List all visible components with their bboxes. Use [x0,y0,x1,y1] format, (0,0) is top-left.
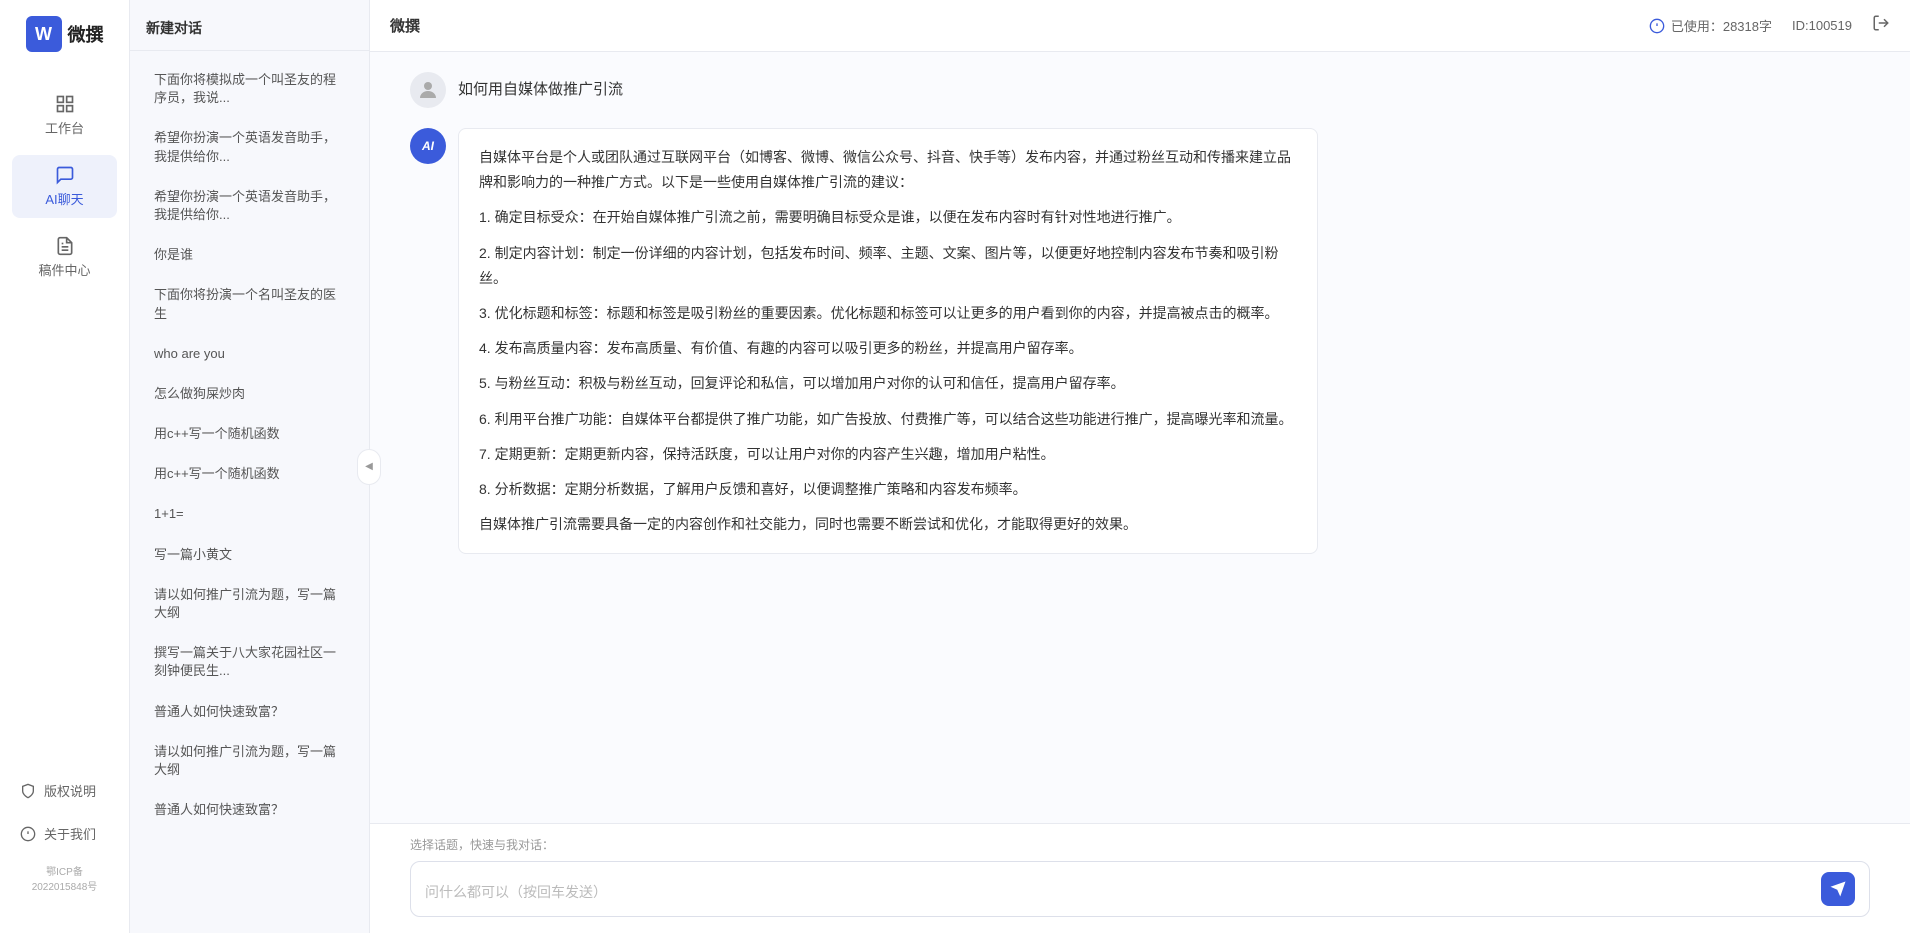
ai-para-8: 8. 分析数据：定期分析数据，了解用户反馈和喜好，以便调整推广策略和内容发布频率… [479,477,1297,502]
collapse-sidebar-button[interactable]: ◀ [357,449,381,485]
ai-para-6: 6. 利用平台推广功能：自媒体平台都提供了推广功能，如广告投放、付费推广等，可以… [479,407,1297,432]
history-item-14[interactable]: 请以如何推广引流为题，写一篇大纲 [138,733,361,789]
top-bar: 微撰 已使用：28318字 ID:100519 [370,0,1910,52]
history-item-2[interactable]: 希望你扮演一个英语发音助手，我提供给你... [138,178,361,234]
history-item-9[interactable]: 1+1= [138,495,361,533]
circle-info-icon [20,826,36,842]
usage-info: 已使用：28318字 [1649,16,1772,35]
logout-button[interactable] [1872,14,1890,37]
nav-items: 工作台 AI聊天 稿件中心 [0,84,129,773]
input-box-wrapper [410,861,1870,917]
quick-topics-label: 选择话题，快速与我对话： [410,836,1870,853]
ai-para-1: 1. 确定目标受众：在开始自媒体推广引流之前，需要明确目标受众是谁，以便在发布内… [479,205,1297,230]
ai-para-2: 2. 制定内容计划：制定一份详细的内容计划，包括发布时间、频率、主题、文案、图片… [479,241,1297,291]
history-item-11[interactable]: 请以如何推广引流为题，写一篇大纲 [138,576,361,632]
input-area: 选择话题，快速与我对话： [370,823,1910,933]
page-title: 微撰 [390,15,420,36]
top-bar-right: 已使用：28318字 ID:100519 [1649,14,1890,37]
main-content: 微撰 已使用：28318字 ID:100519 [370,0,1910,933]
history-item-12[interactable]: 撰写一篇关于八大家花园社区一刻钟便民生... [138,634,361,690]
history-item-10[interactable]: 写一篇小黄文 [138,536,361,574]
history-item-0[interactable]: 下面你将模拟成一个叫圣友的程序员，我说... [138,61,361,117]
history-item-8[interactable]: 用c++写一个随机函数 [138,455,361,493]
history-item-6[interactable]: 怎么做狗屎炒肉 [138,375,361,413]
chat-input[interactable] [425,882,1813,906]
brand-icon: W [26,16,62,52]
nav-item-workbench[interactable]: 工作台 [12,84,117,147]
user-message-content: 如何用自媒体做推广引流 [458,72,1318,99]
chat-area: 如何用自媒体做推广引流 AI 自媒体平台是个人或团队通过互联网平台（如博客、微博… [370,52,1910,823]
ai-message-content: 自媒体平台是个人或团队通过互联网平台（如博客、微博、微信公众号、抖音、快手等）发… [458,128,1318,554]
user-message-text: 如何用自媒体做推广引流 [458,72,1318,99]
user-avatar [410,72,446,108]
ai-para-7: 7. 定期更新：定期更新内容，保持活跃度，可以让用户对你的内容产生兴趣，增加用户… [479,442,1297,467]
history-item-3[interactable]: 你是谁 [138,236,361,274]
history-list: 下面你将模拟成一个叫圣友的程序员，我说... 希望你扮演一个英语发音助手，我提供… [130,51,369,933]
ai-message-text: 自媒体平台是个人或团队通过互联网平台（如博客、微博、微信公众号、抖音、快手等）发… [458,128,1318,554]
brand-name: 微撰 [68,21,104,47]
info-circle-icon [1649,18,1665,34]
new-chat-button[interactable]: 新建对话 [130,0,369,51]
history-item-15[interactable]: 普通人如何快速致富？ [138,791,361,829]
nav-item-about[interactable]: 关于我们 [12,816,117,851]
ai-para-5: 5. 与粉丝互动：积极与粉丝互动，回复评论和私信，可以增加用户对你的认可和信任，… [479,371,1297,396]
send-icon [1829,880,1847,898]
usage-text: 已使用：28318字 [1671,16,1772,35]
brand-sidebar: W 微撰 工作台 AI聊天 稿件中心 [0,0,130,933]
nav-item-drafts[interactable]: 稿件中心 [12,226,117,289]
icp-text: 鄂ICP备2022015848号 [12,859,117,901]
user-id: ID:100519 [1792,18,1852,33]
history-sidebar: 新建对话 下面你将模拟成一个叫圣友的程序员，我说... 希望你扮演一个英语发音助… [130,0,370,933]
ai-avatar: AI [410,128,446,164]
history-item-5[interactable]: who are you [138,335,361,373]
nav-bottom: 版权说明 关于我们 鄂ICP备2022015848号 [0,773,129,917]
chat-icon [55,165,75,185]
history-item-4[interactable]: 下面你将扮演一个名叫圣友的医生 [138,276,361,332]
nav-item-ai-chat[interactable]: AI聊天 [12,155,117,218]
history-item-7[interactable]: 用c++写一个随机函数 [138,415,361,453]
send-button[interactable] [1821,872,1855,906]
ai-para-4: 4. 发布高质量内容：发布高质量、有价值、有趣的内容可以吸引更多的粉丝，并提高用… [479,336,1297,361]
shield-icon [20,783,36,799]
document-icon [55,236,75,256]
chat-message-ai: AI 自媒体平台是个人或团队通过互联网平台（如博客、微博、微信公众号、抖音、快手… [410,128,1870,554]
ai-para-3: 3. 优化标题和标签：标题和标签是吸引粉丝的重要因素。优化标题和标签可以让更多的… [479,301,1297,326]
chat-message-user: 如何用自媒体做推广引流 [410,72,1870,108]
grid-icon [55,94,75,114]
history-item-13[interactable]: 普通人如何快速致富？ [138,693,361,731]
brand-logo: W 微撰 [14,16,116,52]
ai-para-0: 自媒体平台是个人或团队通过互联网平台（如博客、微博、微信公众号、抖音、快手等）发… [479,145,1297,195]
ai-para-9: 自媒体推广引流需要具备一定的内容创作和社交能力，同时也需要不断尝试和优化，才能取… [479,512,1297,537]
history-item-1[interactable]: 希望你扮演一个英语发音助手，我提供给你... [138,119,361,175]
nav-item-copyright[interactable]: 版权说明 [12,773,117,808]
